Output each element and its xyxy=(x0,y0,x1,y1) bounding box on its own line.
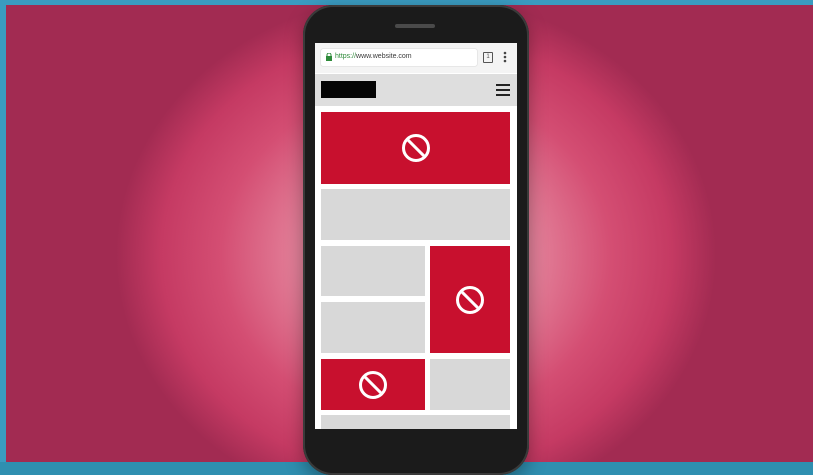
content-block xyxy=(321,302,425,353)
url-host: www.website.com xyxy=(356,53,412,60)
address-bar[interactable]: https://www.website.com xyxy=(321,49,477,66)
blocked-ad-sidebar xyxy=(430,246,510,353)
blocked-ad-small xyxy=(321,359,425,410)
block-icon xyxy=(456,285,484,314)
more-vert-icon[interactable] xyxy=(503,51,507,63)
content-block xyxy=(321,189,510,240)
site-header xyxy=(315,74,517,106)
url-text: https://www.website.com xyxy=(335,52,412,62)
content-block xyxy=(321,415,510,429)
speaker-grille xyxy=(395,24,435,28)
content-block xyxy=(430,359,510,410)
tabs-icon[interactable]: 1 xyxy=(483,52,493,63)
block-icon xyxy=(401,134,430,162)
lock-icon xyxy=(326,53,332,61)
browser-toolbar: https://www.website.com 1 xyxy=(315,43,517,73)
site-logo[interactable] xyxy=(321,81,376,98)
block-icon xyxy=(359,370,387,399)
frame-left xyxy=(0,0,6,462)
url-protocol: https:// xyxy=(335,53,357,60)
hamburger-menu-icon[interactable] xyxy=(496,84,510,97)
content-block xyxy=(321,246,425,296)
phone-screen: https://www.website.com 1 xyxy=(315,43,517,429)
phone: https://www.website.com 1 xyxy=(303,5,529,475)
blocked-ad-banner xyxy=(321,112,510,184)
